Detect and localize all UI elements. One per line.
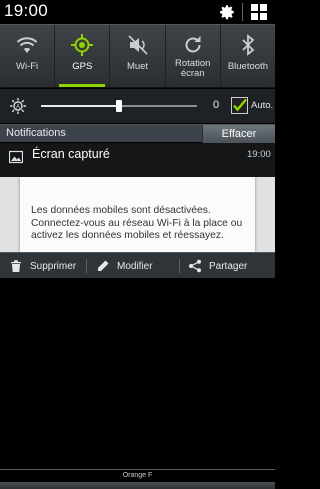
pencil-icon bbox=[98, 260, 109, 271]
status-bar: 19:00 bbox=[0, 0, 275, 24]
checkmark-icon bbox=[233, 98, 247, 112]
notifications-title: Notifications bbox=[6, 127, 66, 139]
svg-text:A: A bbox=[16, 105, 20, 111]
quick-setting-indicator bbox=[4, 84, 51, 87]
preview-background-left bbox=[0, 177, 20, 252]
share-button[interactable]: Partager bbox=[180, 253, 275, 279]
bluetooth-icon bbox=[242, 34, 255, 56]
preview-background-right bbox=[255, 177, 275, 252]
preview-dialog: Les données mobiles sont désactivées. Co… bbox=[20, 177, 255, 252]
carrier-name: Orange F bbox=[122, 472, 153, 479]
share-label: Partager bbox=[209, 260, 248, 272]
notification-time: 19:00 bbox=[247, 149, 271, 160]
notification-item[interactable]: Écran capturé 19:00 bbox=[0, 143, 275, 177]
quick-settings-panel: Wi-Fi GPS Muet Rotation écran Bluetooth bbox=[0, 24, 275, 88]
clear-button[interactable]: Effacer bbox=[202, 125, 275, 143]
quick-setting-rotation[interactable]: Rotation écran bbox=[166, 25, 221, 87]
preview-message: Les données mobiles sont désactivées. Co… bbox=[31, 205, 243, 241]
quick-setting-label: Muet bbox=[126, 61, 149, 72]
edit-label: Modifier bbox=[117, 260, 153, 272]
quick-setting-gps[interactable]: GPS bbox=[55, 25, 111, 87]
gps-icon bbox=[71, 34, 94, 56]
rotation-icon bbox=[185, 36, 201, 53]
carrier-bar: Orange F bbox=[0, 469, 275, 489]
quick-setting-mute[interactable]: Muet bbox=[110, 25, 166, 87]
quick-setting-label: Wi-Fi bbox=[16, 61, 39, 72]
panel-drag-handle[interactable] bbox=[0, 482, 275, 489]
quick-setting-indicator bbox=[224, 84, 272, 87]
delete-label: Supprimer bbox=[30, 260, 77, 272]
brightness-slider-thumb[interactable] bbox=[116, 100, 122, 112]
brightness-icon: A bbox=[10, 98, 26, 114]
auto-brightness-label: Auto. bbox=[251, 100, 274, 111]
status-clock: 19:00 bbox=[4, 1, 49, 20]
brightness-slider[interactable] bbox=[41, 100, 197, 112]
trash-icon bbox=[11, 260, 21, 272]
gear-icon[interactable] bbox=[218, 3, 236, 21]
delete-button[interactable]: Supprimer bbox=[0, 253, 86, 279]
notification-title: Écran capturé bbox=[32, 147, 110, 161]
quick-setting-label: GPS bbox=[72, 61, 93, 72]
notifications-header: Notifications Effacer bbox=[0, 124, 275, 143]
quick-setting-bluetooth[interactable]: Bluetooth bbox=[221, 25, 275, 87]
quick-setting-label: Bluetooth bbox=[227, 61, 268, 72]
status-divider bbox=[242, 3, 243, 21]
brightness-value: 0 bbox=[213, 99, 220, 111]
screenshot-preview[interactable]: Les données mobiles sont désactivées. Co… bbox=[0, 177, 275, 252]
quick-setting-indicator bbox=[169, 84, 216, 87]
quick-setting-indicator bbox=[114, 84, 161, 87]
quick-setting-indicator bbox=[59, 84, 106, 87]
quick-setting-label-line2: écran bbox=[180, 68, 205, 79]
quick-setting-label: Rotation écran bbox=[175, 59, 210, 79]
brightness-row: A 0 Auto. bbox=[0, 89, 275, 123]
edit-button[interactable]: Modifier bbox=[87, 253, 179, 279]
notification-actions: Supprimer Modifier Partager bbox=[0, 252, 275, 278]
wifi-icon bbox=[16, 37, 38, 53]
mute-icon bbox=[127, 35, 148, 55]
share-icon bbox=[189, 259, 201, 273]
image-icon bbox=[9, 150, 23, 164]
brightness-slider-fill bbox=[41, 105, 119, 107]
grid-icon[interactable] bbox=[250, 3, 268, 21]
quick-setting-wifi[interactable]: Wi-Fi bbox=[0, 25, 56, 87]
auto-brightness-checkbox[interactable] bbox=[231, 97, 248, 114]
